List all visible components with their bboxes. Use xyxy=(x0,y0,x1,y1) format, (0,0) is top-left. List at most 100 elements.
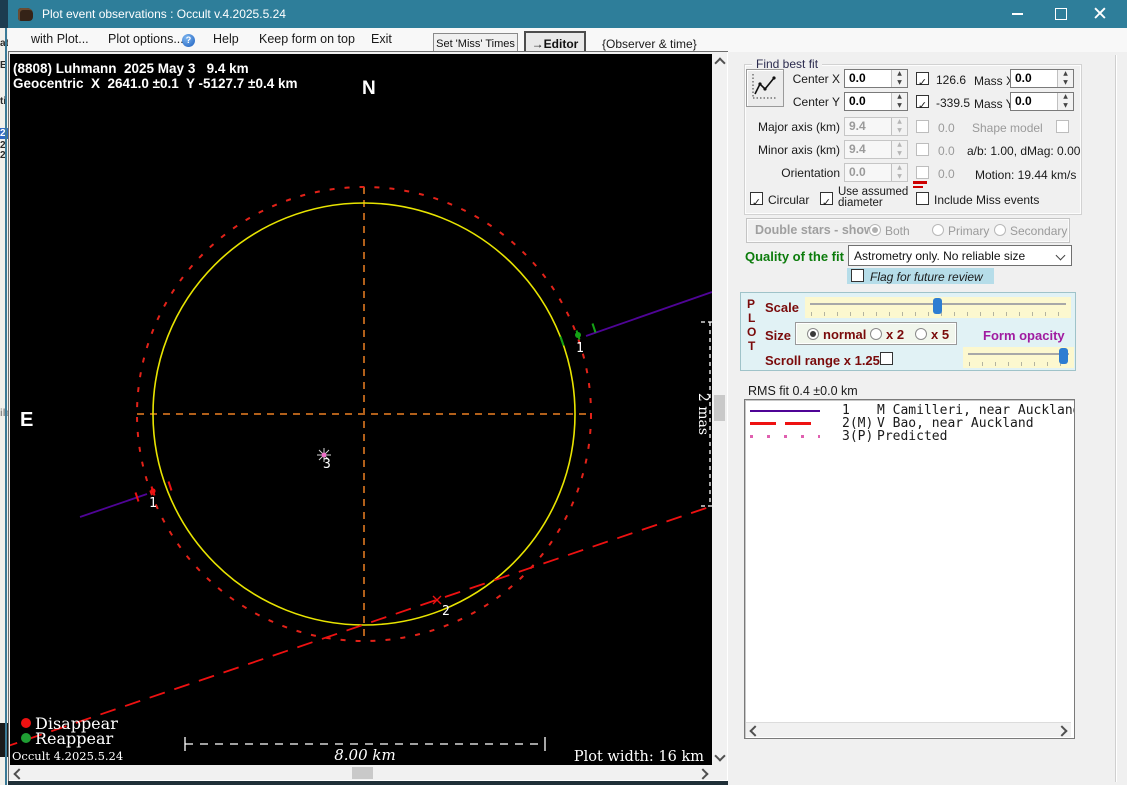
scroll-left-icon[interactable] xyxy=(13,768,25,780)
size-x2-radio[interactable] xyxy=(870,328,882,340)
scroll-up-icon[interactable] xyxy=(714,57,726,69)
form-opacity-slider-thumb[interactable] xyxy=(1059,348,1068,364)
double-stars-label: Double stars - show xyxy=(755,223,874,237)
title-bar[interactable]: Plot event observations : Occult v.4.202… xyxy=(8,0,1127,28)
east-label: E xyxy=(20,409,33,431)
menu-plot-options[interactable]: Plot options... xyxy=(108,32,184,46)
center-x-spinner[interactable]: ▲ ▼ xyxy=(891,70,907,87)
plot-title-line1: (8808) Luhmann 2025 May 3 9.4 km xyxy=(13,61,249,76)
form-opacity-slider[interactable] xyxy=(963,347,1074,368)
occultation-plot-canvas[interactable]: 1 1 2 3 2 mas 8.00 km (8808) Luhmann 202… xyxy=(10,54,712,765)
scroll-range-label: Scroll range x 1.25 xyxy=(765,353,880,368)
plot-letter: P xyxy=(747,297,756,311)
orientation-label: Orientation xyxy=(781,166,840,180)
shape-model-label: Shape model xyxy=(972,121,1043,135)
spin-down-icon: ▼ xyxy=(1063,101,1068,109)
observation-row[interactable]: 2(M) V Bao, near Auckland xyxy=(745,417,1074,430)
menu-keep-on-top[interactable]: Keep form on top xyxy=(259,32,355,46)
shape-model-checkbox xyxy=(1056,120,1069,133)
size-normal-label: normal xyxy=(823,327,867,342)
scale-slider-thumb[interactable] xyxy=(933,298,942,314)
double-secondary-radio xyxy=(994,224,1006,236)
scroll-left-icon[interactable] xyxy=(749,725,761,737)
rms-fit-label: RMS fit 0.4 ±0.0 km xyxy=(748,384,858,398)
check-icon: ✓ xyxy=(751,196,762,209)
maximize-icon xyxy=(1055,8,1067,20)
include-miss-events-label: Include Miss events xyxy=(934,193,1040,207)
scroll-right-icon[interactable] xyxy=(697,768,709,780)
observations-listbox[interactable]: 1 M Camilleri, near Auckland 2(M) V Bao,… xyxy=(744,399,1075,739)
center-y-spinner[interactable]: ▲ ▼ xyxy=(891,93,907,110)
observation-row[interactable]: 3(P) Predicted xyxy=(745,430,1074,443)
circular-checkbox[interactable]: ✓ xyxy=(750,192,763,208)
minimize-button[interactable] xyxy=(995,0,1039,28)
chord-1-line-post xyxy=(585,291,712,337)
center-x-checkbox[interactable]: ✓ xyxy=(916,72,929,88)
scroll-range-checkbox[interactable] xyxy=(880,352,893,365)
km-scale-bar: 8.00 km xyxy=(184,737,546,764)
center-x-input[interactable]: 0.0 ▲ ▼ xyxy=(844,69,908,88)
disappear-dot xyxy=(21,718,31,728)
check-icon: ✓ xyxy=(821,196,832,209)
plot-hscrollbar[interactable] xyxy=(10,766,712,780)
chord3-line-sample xyxy=(750,435,820,438)
observation-name: Predicted xyxy=(877,430,948,443)
check-icon: ✓ xyxy=(917,99,928,112)
km-scale-label: 8.00 km xyxy=(334,746,395,764)
size-x2-label: x 2 xyxy=(886,327,905,342)
close-button[interactable]: ✕ xyxy=(1078,0,1122,28)
double-both-label: Both xyxy=(885,224,910,238)
mass-y-input[interactable]: 0.0 ▲ ▼ xyxy=(1010,92,1074,111)
spin-down-icon: ▼ xyxy=(897,78,902,86)
menu-help[interactable]: Help xyxy=(213,32,239,46)
size-x5-radio[interactable] xyxy=(915,328,927,340)
plot-vscrollbar[interactable] xyxy=(712,54,727,765)
scroll-down-icon[interactable] xyxy=(714,750,726,762)
chevron-down-icon xyxy=(1055,250,1066,261)
chord1-label-r: 1 xyxy=(576,341,584,356)
menu-with-plot[interactable]: with Plot... xyxy=(31,32,89,46)
size-radio-group: normal x 2 x 5 xyxy=(795,322,957,345)
motion-label: Motion: 19.44 km/s xyxy=(975,168,1077,182)
chord2-label: 2 xyxy=(442,604,450,619)
listbox-hscrollbar[interactable] xyxy=(746,722,1071,737)
center-y-label: Center Y xyxy=(792,95,840,109)
size-label: Size xyxy=(765,328,792,343)
mass-x-input[interactable]: 0.0 ▲ ▼ xyxy=(1010,69,1074,88)
mass-x-label: Mass X xyxy=(974,74,1015,88)
hscrollbar-thumb[interactable] xyxy=(352,767,373,779)
mass-y-label: Mass Y xyxy=(974,97,1014,111)
help-icon: ? xyxy=(182,34,195,47)
major-axis-input: 9.4 ▲ ▼ xyxy=(844,117,908,136)
double-secondary-label: Secondary xyxy=(1010,224,1068,238)
orientation-input: 0.0 ▲ ▼ xyxy=(844,163,908,182)
vscrollbar-thumb[interactable] xyxy=(714,395,725,421)
maximize-button[interactable] xyxy=(1039,0,1083,28)
observation-row[interactable]: 1 M Camilleri, near Auckland xyxy=(745,404,1074,417)
chord1-label-d: 1 xyxy=(149,496,157,511)
quality-combobox[interactable]: Astrometry only. No reliable size xyxy=(848,245,1072,266)
flag-review-checkbox[interactable] xyxy=(851,269,864,282)
scroll-right-icon[interactable] xyxy=(1056,725,1068,737)
ab-dmag-label: a/b: 1.00, dMag: 0.00 xyxy=(967,144,1081,158)
center-y-input[interactable]: 0.0 ▲ ▼ xyxy=(844,92,908,111)
minor-axis-label: Minor axis (km) xyxy=(757,143,840,157)
include-miss-events-checkbox[interactable] xyxy=(916,192,929,205)
use-assumed-diameter-label: Use assumed diameter xyxy=(838,186,909,209)
size-normal-radio[interactable] xyxy=(807,328,819,340)
reappear-label: Reappear xyxy=(35,729,114,748)
chord1-line-sample xyxy=(750,409,820,412)
close-icon: ✕ xyxy=(1092,2,1108,25)
menu-exit[interactable]: Exit xyxy=(371,32,392,46)
scale-slider[interactable] xyxy=(805,297,1071,318)
minor-axis-input: 9.4 ▲ ▼ xyxy=(844,140,908,159)
use-assumed-diameter-checkbox[interactable]: ✓ xyxy=(820,192,833,208)
plot-width-label: Plot width: 16 km xyxy=(574,749,704,765)
center-y-checkbox[interactable]: ✓ xyxy=(916,95,929,111)
mass-x-spinner[interactable]: ▲ ▼ xyxy=(1057,70,1073,87)
observation-id: 3(P) xyxy=(842,429,874,444)
orientation-fit-value: 0.0 xyxy=(938,167,955,181)
mass-y-spinner[interactable]: ▲ ▼ xyxy=(1057,93,1073,110)
spin-down-icon: ▼ xyxy=(1063,78,1068,86)
spin-up-icon: ▲ xyxy=(1063,70,1068,77)
